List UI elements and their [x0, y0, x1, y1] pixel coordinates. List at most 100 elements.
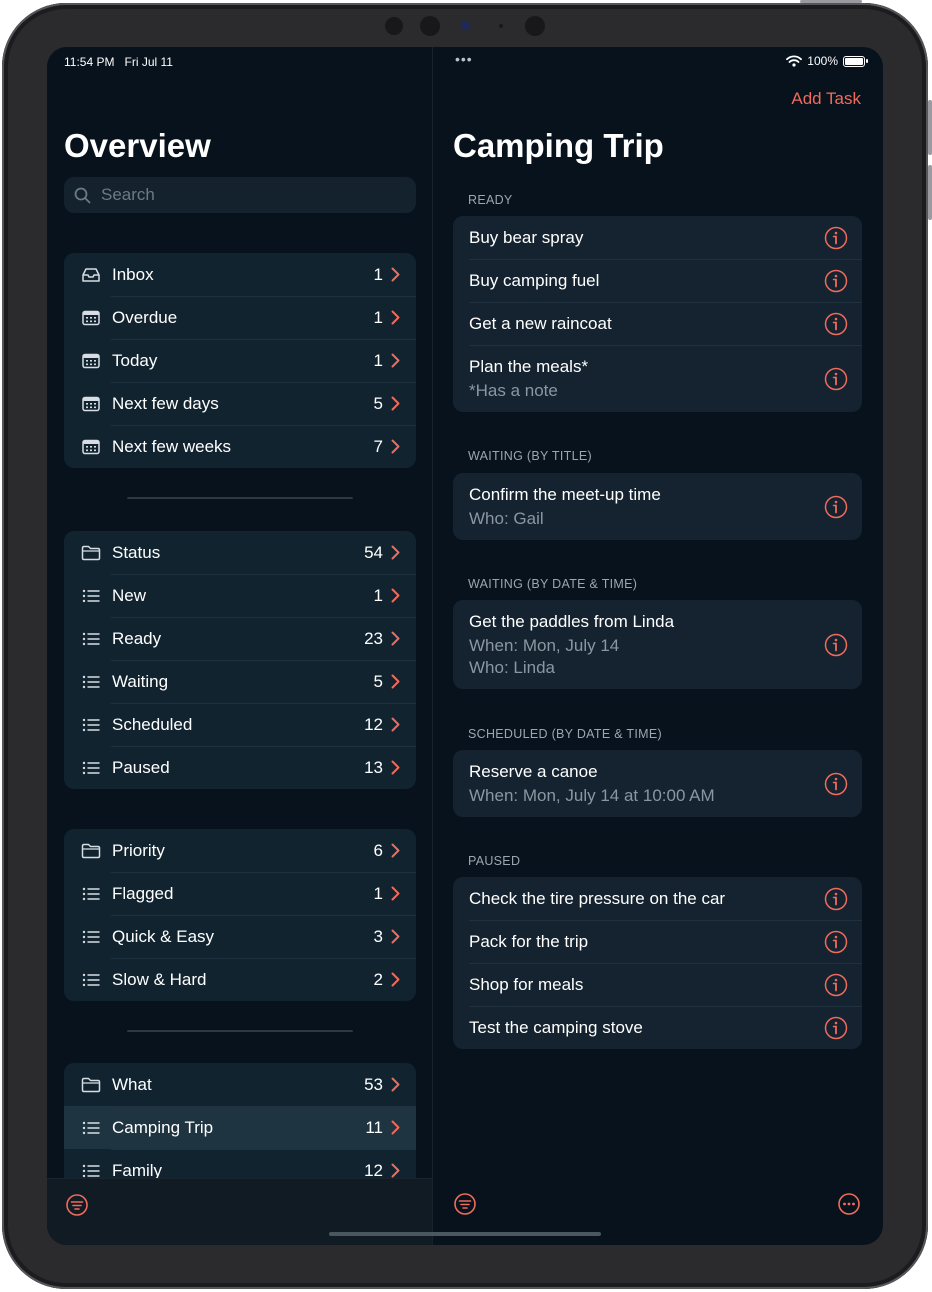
task-title: Buy camping fuel [469, 270, 600, 290]
task-row[interactable]: Confirm the meet-up time Who: Gail [453, 473, 862, 540]
sidebar-item-count: 6 [373, 840, 383, 860]
search-input[interactable] [99, 184, 403, 206]
sidebar-item-quick-easy[interactable]: Quick & Easy 3 [64, 915, 416, 958]
sidebar-item-flagged[interactable]: Flagged 1 [64, 872, 416, 915]
task-title: Plan the meals* [469, 356, 589, 376]
ellipsis-circle-icon[interactable] [837, 1192, 861, 1216]
top-button [800, 0, 862, 3]
info-icon[interactable] [824, 930, 848, 954]
chevron-right-icon [391, 631, 400, 646]
sidebar-item-priority[interactable]: Priority 6 [64, 829, 416, 872]
sidebar-item-label: Overdue [112, 307, 178, 327]
folder-icon [80, 545, 102, 561]
chevron-right-icon [391, 1163, 400, 1178]
task-title: Test the camping stove [469, 1017, 643, 1037]
sidebar-item-next-few-days[interactable]: Next few days 5 [64, 382, 416, 425]
info-icon[interactable] [824, 973, 848, 997]
filter-icon[interactable] [453, 1192, 477, 1216]
chevron-right-icon [391, 353, 400, 368]
task-row[interactable]: Get the paddles from Linda When: Mon, Jul… [453, 600, 862, 689]
sidebar-item-what[interactable]: What 53 [64, 1063, 416, 1106]
search-field[interactable] [64, 177, 416, 213]
task-detail: Who: Gail [469, 508, 544, 528]
task-title: Get a new raincoat [469, 313, 612, 333]
sidebar-item-inbox[interactable]: Inbox 1 [64, 253, 416, 296]
info-icon[interactable] [824, 269, 848, 293]
add-task-button[interactable]: Add Task [791, 89, 861, 109]
sidebar-group: Status 54 New 1 Ready 23 Waiting 5 Scheduled 12 Pa… [64, 531, 416, 789]
task-title: Buy bear spray [469, 227, 584, 247]
task-row[interactable]: Buy camping fuel [453, 259, 862, 302]
chevron-right-icon [391, 717, 400, 732]
task-row[interactable]: Get a new raincoat [453, 302, 862, 345]
task-row[interactable]: Buy bear spray [453, 216, 862, 259]
status-clock: 11:54 PM [64, 55, 115, 69]
task-group: Reserve a canoe When: Mon, July 14 at 10:… [453, 750, 862, 817]
task-row[interactable]: Shop for meals [453, 963, 862, 1006]
info-icon[interactable] [824, 887, 848, 911]
task-text: Buy bear spray [469, 227, 824, 249]
sidebar-item-count: 23 [364, 628, 383, 648]
task-text: Get the paddles from Linda When: Mon, Jul… [469, 611, 824, 679]
task-text: Confirm the meet-up time Who: Gail [469, 484, 824, 530]
sidebar-item-waiting[interactable]: Waiting 5 [64, 660, 416, 703]
task-row[interactable]: Pack for the trip [453, 920, 862, 963]
sidebar-item-slow-hard[interactable]: Slow & Hard 2 [64, 958, 416, 1001]
home-indicator[interactable] [329, 1232, 601, 1236]
sidebar-item-label: New [112, 585, 147, 605]
sidebar-item-paused[interactable]: Paused 13 [64, 746, 416, 789]
sidebar-title: Overview [64, 127, 211, 164]
task-row[interactable]: Check the tire pressure on the car [453, 877, 862, 920]
sidebar-item-count: 54 [364, 542, 383, 562]
sidebar-item-count: 1 [373, 307, 383, 327]
sidebar-item-label: Next few weeks [112, 436, 232, 456]
list-icon [80, 589, 102, 603]
section-header: PAUSED [468, 854, 521, 868]
sidebar-item-label: Slow & Hard [112, 969, 207, 989]
calendar-icon [80, 353, 102, 369]
sidebar-item-status[interactable]: Status 54 [64, 531, 416, 574]
sidebar-item-camping-trip[interactable]: Camping Trip 11 [64, 1106, 416, 1149]
sidebar-item-ready[interactable]: Ready 23 [64, 617, 416, 660]
list-icon [80, 761, 102, 775]
sidebar-item-count: 3 [373, 926, 383, 946]
task-detail: Who: Linda [469, 657, 555, 677]
list-title: Camping Trip [453, 127, 664, 164]
sidebar-item-new[interactable]: New 1 [64, 574, 416, 617]
sensor [420, 16, 440, 36]
sidebar-item-overdue[interactable]: Overdue 1 [64, 296, 416, 339]
sidebar-item-count: 1 [373, 350, 383, 370]
filter-icon[interactable] [65, 1193, 89, 1217]
list-icon [80, 718, 102, 732]
sidebar-item-label: Flagged [112, 883, 174, 903]
task-row[interactable]: Reserve a canoe When: Mon, July 14 at 10:… [453, 750, 862, 817]
info-icon[interactable] [824, 495, 848, 519]
task-row[interactable]: Test the camping stove [453, 1006, 862, 1049]
section-header: WAITING (BY TITLE) [468, 449, 592, 463]
folder-icon [80, 1077, 102, 1093]
camera [461, 21, 470, 30]
info-icon[interactable] [824, 633, 848, 657]
sidebar-item-next-few-weeks[interactable]: Next few weeks 7 [64, 425, 416, 468]
chevron-right-icon [391, 267, 400, 282]
sidebar-item-label: Priority [112, 840, 165, 860]
task-group: Check the tire pressure on the car Pack f… [453, 877, 862, 1049]
sidebar-item-label: Scheduled [112, 714, 193, 734]
sidebar-item-today[interactable]: Today 1 [64, 339, 416, 382]
list-icon [80, 1164, 102, 1178]
info-icon[interactable] [824, 772, 848, 796]
task-row[interactable]: Plan the meals* *Has a note [453, 345, 862, 412]
info-icon[interactable] [824, 1016, 848, 1040]
info-icon[interactable] [824, 367, 848, 391]
task-text: Test the camping stove [469, 1017, 824, 1039]
task-title: Reserve a canoe [469, 761, 598, 781]
task-detail: When: Mon, July 14 at 10:00 AM [469, 785, 715, 805]
info-icon[interactable] [824, 312, 848, 336]
sidebar-item-scheduled[interactable]: Scheduled 12 [64, 703, 416, 746]
sidebar-item-count: 2 [373, 969, 383, 989]
list-icon [80, 887, 102, 901]
sensor [525, 16, 545, 36]
list-icon [80, 973, 102, 987]
info-icon[interactable] [824, 226, 848, 250]
task-text: Get a new raincoat [469, 313, 824, 335]
